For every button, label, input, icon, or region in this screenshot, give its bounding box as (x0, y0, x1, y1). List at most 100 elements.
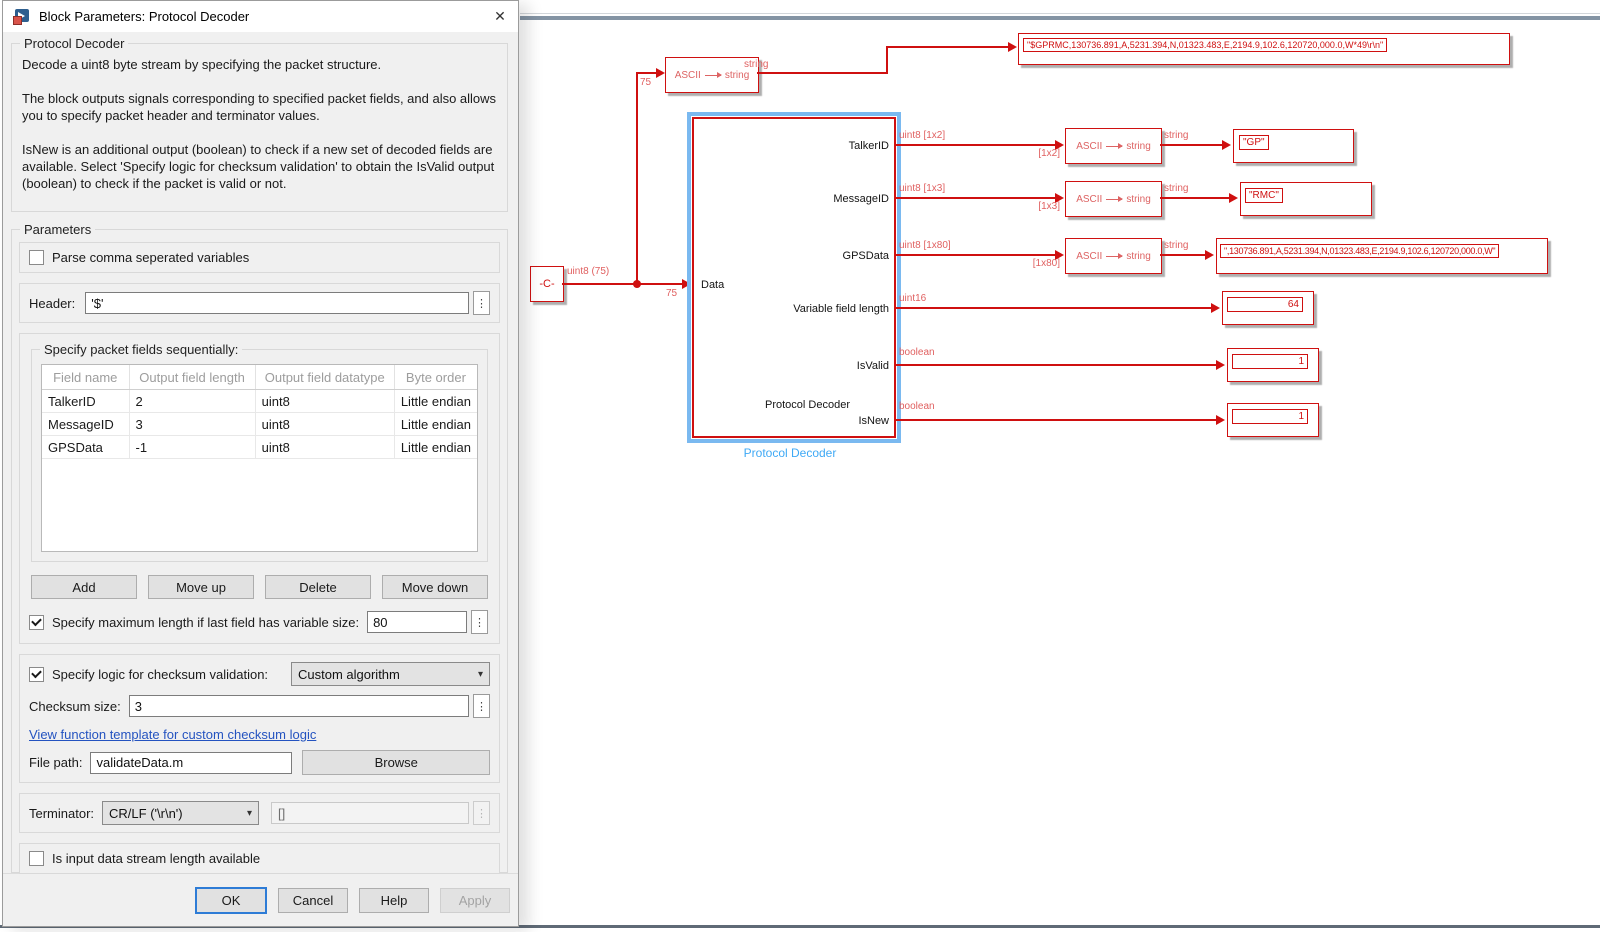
converter-right-label: string (1126, 251, 1150, 262)
cell-field-length[interactable]: -1 (129, 436, 255, 459)
parse-csv-checkbox[interactable] (29, 250, 44, 265)
terminator-select[interactable]: CR/LF ('\r\n') ▾ (102, 801, 259, 825)
table-row[interactable]: TalkerID 2 uint8 Little endian (42, 390, 477, 413)
display-isnew[interactable]: 1 (1227, 403, 1319, 437)
checksum-algorithm-select[interactable]: Custom algorithm ▾ (291, 662, 490, 686)
editor-top-edge-light (520, 13, 1600, 14)
display-talkerid[interactable]: "GP" (1233, 129, 1354, 163)
protocol-decoder-block[interactable]: Data TalkerID MessageID GPSData Variable… (692, 117, 896, 438)
terminator-custom-value: [] (278, 806, 285, 821)
table-row[interactable]: GPSData -1 uint8 Little endian (42, 436, 477, 459)
wire-branch-up[interactable] (636, 73, 638, 284)
wire-top-converter-out[interactable] (757, 72, 888, 74)
add-button[interactable]: Add (31, 575, 137, 599)
constant-block[interactable]: -C- (530, 266, 564, 302)
table-row[interactable]: MessageID 3 uint8 Little endian (42, 413, 477, 436)
group-label: Protocol Decoder (20, 36, 128, 51)
browse-button[interactable]: Browse (302, 750, 490, 775)
cell-field-length[interactable]: 3 (129, 413, 255, 436)
help-button[interactable]: Help (359, 888, 429, 913)
converter-arrow-icon (705, 75, 721, 76)
cell-field-datatype[interactable]: uint8 (255, 436, 394, 459)
cell-field-datatype[interactable]: uint8 (255, 413, 394, 436)
cell-field-datatype[interactable]: uint8 (255, 390, 394, 413)
wire-into-nmea-display[interactable] (886, 46, 1010, 48)
cell-byte-order[interactable]: Little endian (394, 413, 477, 436)
signal-type-label: boolean (899, 401, 935, 412)
cell-byte-order[interactable]: Little endian (394, 436, 477, 459)
signal-dim-label: [1x2] (1012, 148, 1060, 159)
close-icon[interactable]: ✕ (482, 1, 518, 32)
signal-width-annotation: 75 (640, 77, 651, 88)
signal-width-annotation: 75 (666, 288, 677, 299)
arrowhead (1229, 193, 1238, 203)
cell-field-name[interactable]: GPSData (42, 436, 129, 459)
move-down-button[interactable]: Move down (382, 575, 488, 599)
max-length-input[interactable] (367, 611, 467, 633)
cell-field-length[interactable]: 2 (129, 390, 255, 413)
wire-messageid[interactable] (894, 197, 1056, 199)
kebab-icon: ⋮ (474, 616, 485, 629)
packet-fields-table[interactable]: Field name Output field length Output fi… (41, 364, 478, 552)
checksum-size-label: Checksum size: (29, 699, 121, 714)
column-header-field-name: Field name (42, 365, 129, 390)
checksum-validation-checkbox[interactable] (29, 667, 44, 682)
header-input[interactable] (85, 292, 469, 314)
wire-into-top-converter[interactable] (636, 72, 657, 74)
terminator-value: CR/LF ('\r\n') (109, 806, 183, 821)
delete-button[interactable]: Delete (265, 575, 371, 599)
signal-type-label: boolean (899, 347, 935, 358)
wire-isvalid[interactable] (894, 364, 1217, 366)
max-length-checkbox[interactable] (29, 615, 44, 630)
ascii-to-string-block-messageid[interactable]: ASCII string (1065, 181, 1162, 217)
terminator-custom-input: [] (271, 802, 469, 824)
checksum-size-input[interactable] (129, 695, 469, 717)
ascii-to-string-block-talkerid[interactable]: ASCII string (1065, 128, 1162, 164)
wire-variable-field-length[interactable] (894, 307, 1212, 309)
checksum-template-link[interactable]: View function template for custom checks… (29, 727, 316, 742)
signal-type-annotation: uint8 (75) (567, 266, 609, 277)
converter-left-label: ASCII (1076, 194, 1102, 205)
cell-field-name[interactable]: MessageID (42, 413, 129, 436)
wire-talkerid[interactable] (894, 144, 1056, 146)
display-nmea-string[interactable]: "$GPRMC,130736.891,A,5231.394,N,01323.48… (1018, 33, 1510, 65)
display-isvalid[interactable]: 1 (1227, 348, 1319, 382)
display-gpsdata[interactable]: ",130736.891,A,5231.394,N,01323.483,E,21… (1216, 238, 1548, 274)
input-stream-checkbox[interactable] (29, 851, 44, 866)
cancel-button[interactable]: Cancel (278, 888, 348, 913)
converter-left-label: ASCII (1076, 251, 1102, 262)
ascii-to-string-block-gpsdata[interactable]: ASCII string (1065, 238, 1162, 274)
wire-isnew[interactable] (894, 419, 1217, 421)
signal-dim-label: [1x80] (1004, 258, 1060, 269)
max-length-options-button[interactable]: ⋮ (471, 610, 488, 634)
display-messageid[interactable]: "RMC" (1240, 182, 1372, 216)
wire-gpsdata[interactable] (894, 254, 1056, 256)
display-variable-field-length[interactable]: 64 (1222, 291, 1314, 325)
arrowhead (1216, 415, 1225, 425)
checksum-size-options-button[interactable]: ⋮ (473, 694, 490, 718)
terminator-panel: Terminator: CR/LF ('\r\n') ▾ [] ⋮ (19, 793, 500, 833)
wire-top-elbow[interactable] (886, 47, 888, 74)
move-up-button[interactable]: Move up (148, 575, 254, 599)
port-label-variable-field-length: Variable field length (793, 303, 889, 315)
wire-messageid-out[interactable] (1160, 197, 1230, 199)
title-bar[interactable]: Block Parameters: Protocol Decoder ✕ (3, 1, 518, 32)
wire-gpsdata-out[interactable] (1160, 254, 1206, 256)
converter-left-label: ASCII (1076, 141, 1102, 152)
file-path-input[interactable] (90, 752, 292, 774)
wire-talkerid-out[interactable] (1160, 144, 1223, 146)
block-parameters-dialog: Block Parameters: Protocol Decoder ✕ Pro… (2, 0, 519, 927)
group-label: Specify packet fields sequentially: (40, 342, 242, 357)
arrowhead (1216, 360, 1225, 370)
header-options-button[interactable]: ⋮ (473, 291, 490, 315)
table-buttons-row: Add Move up Delete Move down (31, 575, 488, 599)
ok-button[interactable]: OK (195, 887, 267, 914)
cell-byte-order[interactable]: Little endian (394, 390, 477, 413)
wire-constant-to-data[interactable] (562, 283, 682, 285)
cell-field-name[interactable]: TalkerID (42, 390, 129, 413)
parse-csv-panel: Parse comma seperated variables (19, 242, 500, 273)
decoder-block-name[interactable]: Protocol Decoder (687, 446, 893, 460)
parameters-group: Parameters Parse comma seperated variabl… (11, 229, 508, 873)
display-value: 64 (1227, 297, 1303, 312)
arrowhead (656, 68, 665, 78)
